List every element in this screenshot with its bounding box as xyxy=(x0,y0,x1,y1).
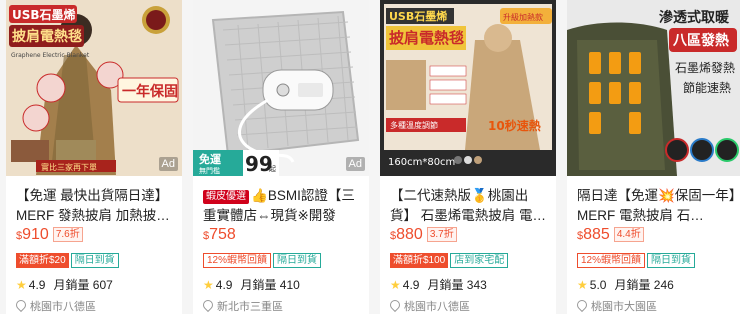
img-text-usb: USB石墨烯 xyxy=(389,9,447,23)
monthly-sales: 月銷量 343 xyxy=(427,278,487,292)
location-text: 桃園市大園區 xyxy=(591,301,657,313)
price: $910 7.6折 xyxy=(16,226,83,244)
ad-badge: Ad xyxy=(158,157,178,171)
rating: 4.9 xyxy=(28,278,46,292)
img-text-banner: 實比三家再下單 xyxy=(41,162,97,172)
rating: 5.0 xyxy=(589,278,607,292)
img-text-nothreshold: 無門檻 xyxy=(199,166,220,175)
title-text: 【免運 最快出貨隔日達】 MERF 發熱披肩 加熱披… xyxy=(16,188,170,223)
img-text-fast: 10秒速熱 xyxy=(488,118,541,133)
discount-badge: 3.7折 xyxy=(426,227,457,242)
product-stats: ★ 4.9 月銷量 343 xyxy=(390,276,487,293)
discount-badge: 4.4折 xyxy=(613,227,644,242)
img-text-free: 免運 xyxy=(199,152,222,166)
product-image[interactable]: 免運 無門檻 99 起 Ad xyxy=(193,0,369,176)
img-text-size: 160cm*80cm xyxy=(388,157,455,168)
img-text-zones: 八區發熱 xyxy=(672,32,729,49)
promo-tags: 滿額折$100 店到家宅配 xyxy=(390,250,509,268)
product-stats: ★ 4.9 月銷量 607 xyxy=(16,276,113,293)
product-title[interactable]: 【免運 最快出貨隔日達】 MERF 發熱披肩 加熱披… xyxy=(16,186,176,226)
img-text-temp: 多種溫度調節 xyxy=(390,120,438,130)
img-text-sub: Graphene Electric Blanket xyxy=(11,52,90,59)
location-text: 新北市三重區 xyxy=(217,301,283,313)
location-text: 桃園市八德區 xyxy=(30,301,96,313)
price-amount: 910 xyxy=(22,226,49,243)
title-text: 隔日達【免運💥保固一年】MERF 電熱披肩 石… xyxy=(577,188,736,223)
thumbs-icon: 👍 xyxy=(251,188,268,203)
product-card[interactable]: 滲透式取暖 八區發熱 石墨烯發熱 節能速熱 隔日達【免運💥保固一年】MERF 電… xyxy=(567,0,740,314)
shop-location: 桃園市八德區 xyxy=(387,297,470,314)
product-image[interactable]: 滲透式取暖 八區發熱 石墨烯發熱 節能速熱 xyxy=(567,0,740,176)
img-text-energy: 節能速熱 xyxy=(683,80,731,95)
product-title[interactable]: 【二代速熱版🥇桃園出貨】 石墨烯電熱披肩 電… xyxy=(390,186,550,226)
shipping-tag: 隔日到貨 xyxy=(647,253,696,268)
preferred-badge: 蝦皮優選 xyxy=(203,190,249,204)
price: $880 3.7折 xyxy=(390,226,457,244)
shipping-tag: 店到家宅配 xyxy=(450,253,509,268)
product-card[interactable]: USB石墨烯 披肩電熱毯 Graphene Electric Blanket 一… xyxy=(6,0,182,314)
monthly-sales: 月銷量 410 xyxy=(240,278,300,292)
product-grid: USB石墨烯 披肩電熱毯 Graphene Electric Blanket 一… xyxy=(0,0,740,314)
shop-location: 桃園市八德區 xyxy=(13,297,96,314)
img-text-warranty: 一年保固 xyxy=(122,83,178,100)
title-text: 【二代速熱版🥇桃園出貨】 石墨烯電熱披肩 電… xyxy=(390,188,547,223)
star-icon: ★ xyxy=(390,278,401,292)
monthly-sales: 月銷量 246 xyxy=(614,278,674,292)
product-image[interactable]: USB石墨烯 披肩電熱毯 Graphene Electric Blanket 一… xyxy=(6,0,182,176)
img-text-head: 滲透式取暖 xyxy=(659,9,730,26)
coin-tag: 12%蝦幣回饋 xyxy=(203,253,272,268)
product-title[interactable]: 隔日達【免運💥保固一年】MERF 電熱披肩 石… xyxy=(577,186,737,226)
rating: 4.9 xyxy=(215,278,233,292)
shop-location: 新北市三重區 xyxy=(200,297,283,314)
star-icon: ★ xyxy=(16,278,27,292)
product-title[interactable]: 蝦皮優選👍BSMI認證【三重實體店⇔現貨※開發票】… xyxy=(203,186,363,226)
product-card[interactable]: USB石墨烯 披肩電熱毯 升級加熱款 多種溫度調節 10秒速熱 160cm*80… xyxy=(380,0,556,314)
rating: 4.9 xyxy=(402,278,420,292)
location-text: 桃園市八德區 xyxy=(404,301,470,313)
product-card[interactable]: 免運 無門檻 99 起 Ad 蝦皮優選👍BSMI認證【三重實體店⇔現貨※開發票】… xyxy=(193,0,369,314)
promo-tags: 12%蝦幣回饋 隔日到貨 xyxy=(577,250,696,268)
img-text-upgrade: 升級加熱款 xyxy=(503,12,543,22)
img-text-usb: USB石墨烯 xyxy=(12,7,76,22)
img-text-main: 披肩電熱毯 xyxy=(389,29,464,47)
discount-badge: 7.6折 xyxy=(52,227,83,242)
location-pin-icon xyxy=(200,297,216,313)
coin-tag: 12%蝦幣回饋 xyxy=(577,253,646,268)
promo-tag: 滿額折$20 xyxy=(16,253,69,268)
promo-tag: 滿額折$100 xyxy=(390,253,449,268)
ad-badge: Ad xyxy=(345,157,365,171)
img-text-qi: 起 xyxy=(269,165,276,173)
price: $885 4.4折 xyxy=(577,226,644,244)
price-amount: 880 xyxy=(396,226,423,243)
img-text-main: 披肩電熱毯 xyxy=(12,28,82,45)
price-amount: 885 xyxy=(583,226,610,243)
location-pin-icon xyxy=(574,297,590,313)
shipping-tag: 隔日到貨 xyxy=(273,253,322,268)
product-stats: ★ 4.9 月銷量 410 xyxy=(203,276,300,293)
location-pin-icon xyxy=(13,297,29,313)
price: $758 xyxy=(203,226,236,244)
img-text-graphene: 石墨烯發熱 xyxy=(675,60,735,75)
shipping-tag: 隔日到貨 xyxy=(70,253,119,268)
monthly-sales: 月銷量 607 xyxy=(53,278,113,292)
shop-location: 桃園市大園區 xyxy=(574,297,657,314)
location-pin-icon xyxy=(387,297,403,313)
promo-tags: 12%蝦幣回饋 隔日到貨 xyxy=(203,250,322,268)
product-stats: ★ 5.0 月銷量 246 xyxy=(577,276,674,293)
star-icon: ★ xyxy=(203,278,214,292)
promo-tags: 滿額折$20 隔日到貨 xyxy=(16,250,119,268)
price-amount: 758 xyxy=(209,226,236,243)
star-icon: ★ xyxy=(577,278,588,292)
product-image[interactable]: USB石墨烯 披肩電熱毯 升級加熱款 多種溫度調節 10秒速熱 160cm*80… xyxy=(380,0,556,176)
